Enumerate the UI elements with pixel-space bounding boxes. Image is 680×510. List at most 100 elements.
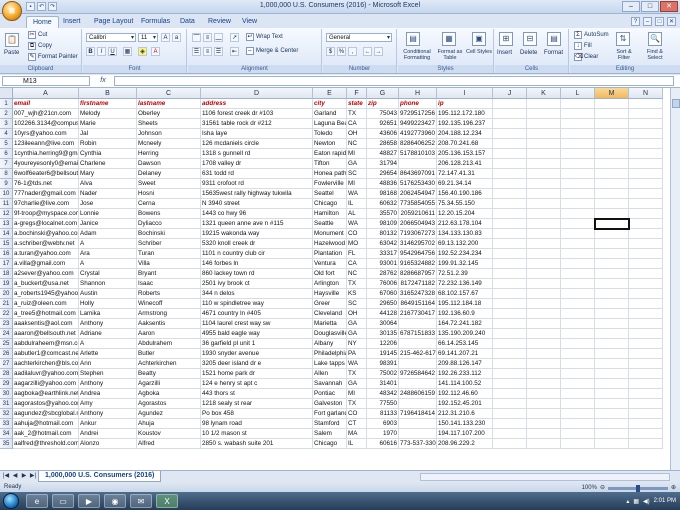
table-cell[interactable]: TX <box>347 369 367 379</box>
clear-button[interactable]: ⌫ Clear <box>574 53 598 61</box>
table-cell[interactable] <box>629 109 663 119</box>
table-cell[interactable] <box>527 399 561 409</box>
table-cell[interactable]: 63042 <box>367 239 399 249</box>
table-cell[interactable]: aagarzilli@yahoo.com <box>13 379 79 389</box>
table-cell[interactable]: Bryant <box>137 269 201 279</box>
table-cell[interactable]: Greer <box>313 299 347 309</box>
table-cell[interactable]: 126 mcdaniels circle <box>201 139 313 149</box>
table-cell[interactable]: CT <box>347 419 367 429</box>
table-cell[interactable] <box>629 219 663 229</box>
table-cell[interactable] <box>629 329 663 339</box>
volume-icon[interactable]: ◀) <box>643 498 650 505</box>
table-cell[interactable]: Dawson <box>137 159 201 169</box>
tab-formulas[interactable]: Formulas <box>135 16 176 28</box>
table-cell[interactable]: A <box>79 339 137 349</box>
table-cell[interactable]: Isaac <box>137 279 201 289</box>
table-cell[interactable] <box>629 199 663 209</box>
table-cell[interactable] <box>595 339 629 349</box>
table-cell[interactable]: CO <box>347 229 367 239</box>
row-header[interactable]: 33 <box>0 419 13 429</box>
table-cell[interactable] <box>493 119 527 129</box>
table-cell[interactable]: Chicago <box>313 199 347 209</box>
table-cell[interactable] <box>527 359 561 369</box>
table-cell[interactable]: 76006 <box>367 279 399 289</box>
table-cell[interactable]: N 3940 street <box>201 199 313 209</box>
table-cell[interactable]: Armstrong <box>137 309 201 319</box>
table-cell[interactable]: TX <box>347 399 367 409</box>
table-cell[interactable]: NC <box>347 269 367 279</box>
table-cell[interactable]: Agarzilli <box>137 379 201 389</box>
table-cell[interactable]: 8643697091 <box>399 169 437 179</box>
last-sheet-icon[interactable]: ▶| <box>29 472 37 481</box>
table-cell[interactable] <box>561 119 595 129</box>
table-cell[interactable] <box>561 299 595 309</box>
table-cell[interactable]: 3205 deer island dr e <box>201 359 313 369</box>
table-cell[interactable]: Honea path <box>313 169 347 179</box>
table-cell[interactable]: Plantation <box>313 249 347 259</box>
table-cell[interactable]: Charlene <box>79 159 137 169</box>
insert-cells-icon[interactable]: ⊞ <box>499 32 513 46</box>
table-cell[interactable] <box>629 239 663 249</box>
table-cell[interactable]: MI <box>347 179 367 189</box>
table-cell[interactable]: Chicago <box>313 439 347 449</box>
table-cell[interactable] <box>527 119 561 129</box>
align-left-icon[interactable]: ☰ <box>192 47 201 56</box>
indent-decrease-icon[interactable]: ⇤ <box>230 47 239 56</box>
table-cell[interactable]: 29650 <box>367 299 399 309</box>
table-cell[interactable] <box>493 429 527 439</box>
table-cell[interactable]: 146 forbes ln <box>201 259 313 269</box>
table-cell[interactable]: Andrei <box>79 429 137 439</box>
table-cell[interactable] <box>493 329 527 339</box>
table-cell[interactable] <box>561 329 595 339</box>
header-cell[interactable] <box>629 99 663 109</box>
table-cell[interactable]: 1101 n country club cir <box>201 249 313 259</box>
table-cell[interactable]: IL <box>347 439 367 449</box>
table-cell[interactable]: aabutler1@comcast.net <box>13 349 79 359</box>
table-cell[interactable] <box>561 399 595 409</box>
table-cell[interactable]: 124 e henry st apt c <box>201 379 313 389</box>
table-cell[interactable]: Aaron <box>137 329 201 339</box>
table-cell[interactable] <box>493 349 527 359</box>
table-cell[interactable] <box>561 309 595 319</box>
table-cell[interactable] <box>527 319 561 329</box>
table-cell[interactable] <box>595 229 629 239</box>
shrink-font-icon[interactable]: a <box>172 33 181 42</box>
table-cell[interactable] <box>527 289 561 299</box>
table-cell[interactable]: 1218 sealy st rear <box>201 399 313 409</box>
currency-icon[interactable]: $ <box>326 47 335 56</box>
insert-cells-button[interactable]: Insert <box>497 50 512 56</box>
table-cell[interactable]: AL <box>347 209 367 219</box>
header-cell[interactable] <box>527 99 561 109</box>
table-cell[interactable] <box>595 149 629 159</box>
table-cell[interactable] <box>629 169 663 179</box>
table-cell[interactable]: Oberley <box>137 109 201 119</box>
table-cell[interactable] <box>629 259 663 269</box>
table-cell[interactable]: GA <box>347 329 367 339</box>
row-header[interactable]: 14 <box>0 229 13 239</box>
table-cell[interactable] <box>493 419 527 429</box>
table-cell[interactable]: 93001 <box>367 259 399 269</box>
header-cell[interactable] <box>595 99 629 109</box>
table-cell[interactable] <box>527 169 561 179</box>
table-cell[interactable] <box>595 169 629 179</box>
first-sheet-icon[interactable]: |◀ <box>2 472 10 481</box>
table-cell[interactable]: 30064 <box>367 319 399 329</box>
align-bottom-icon[interactable]: ⎽ <box>214 33 223 42</box>
table-cell[interactable] <box>493 309 527 319</box>
table-cell[interactable]: 9499223427 <box>399 119 437 129</box>
row-header[interactable]: 18 <box>0 269 13 279</box>
table-cell[interactable]: 60616 <box>367 439 399 449</box>
table-cell[interactable]: 860 lackey town rd <box>201 269 313 279</box>
table-cell[interactable]: 205.136.153.157 <box>437 149 493 159</box>
table-cell[interactable] <box>561 379 595 389</box>
table-cell[interactable]: Alonzo <box>79 439 137 449</box>
table-cell[interactable]: Anthony <box>79 379 137 389</box>
table-cell[interactable]: 98168 <box>367 189 399 199</box>
table-cell[interactable]: TX <box>347 279 367 289</box>
table-cell[interactable] <box>595 199 629 209</box>
table-cell[interactable]: Ann <box>79 359 137 369</box>
table-cell[interactable] <box>493 439 527 449</box>
tab-home[interactable]: Home <box>26 16 59 28</box>
row-header[interactable]: 19 <box>0 279 13 289</box>
table-cell[interactable]: GA <box>347 159 367 169</box>
